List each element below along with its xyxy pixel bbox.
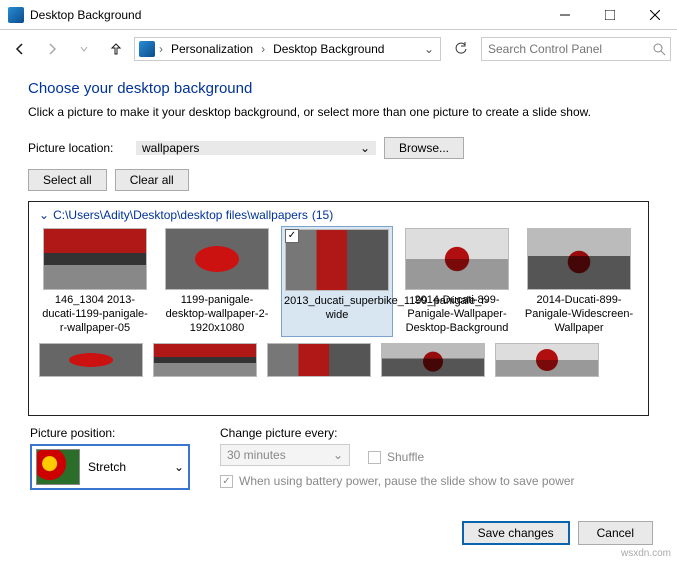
wallpaper-thumb[interactable]: 146_1304 2013-ducati-1199-panigale-r-wal… (39, 228, 151, 335)
thumb-image: ✓ (285, 229, 389, 291)
gallery-scroll[interactable]: ⌄ C:\Users\Adity\Desktop\desktop files\w… (29, 202, 648, 415)
wallpaper-thumb[interactable] (381, 343, 485, 377)
location-icon (139, 41, 155, 57)
maximize-button[interactable] (587, 0, 632, 29)
picture-position-label: Picture position: (30, 426, 190, 440)
minimize-button[interactable] (542, 0, 587, 29)
checkbox-checked-icon[interactable]: ✓ (285, 229, 299, 243)
up-button[interactable] (102, 35, 130, 63)
thumb-image (165, 228, 269, 290)
thumb-image (405, 228, 509, 290)
chevron-right-icon[interactable]: › (261, 42, 265, 56)
chevron-down-icon: ⌄ (360, 141, 370, 155)
position-preview-icon (36, 449, 80, 485)
cancel-button[interactable]: Cancel (578, 521, 653, 545)
breadcrumb-personalization[interactable]: Personalization (167, 40, 257, 58)
checkbox-icon (368, 451, 381, 464)
folder-header[interactable]: ⌄ C:\Users\Adity\Desktop\desktop files\w… (39, 208, 644, 222)
browse-button[interactable]: Browse... (384, 137, 464, 159)
back-button[interactable] (6, 35, 34, 63)
recent-dropdown[interactable] (70, 35, 98, 63)
chevron-down-icon: ⌄ (39, 208, 49, 222)
picture-position-dropdown[interactable]: Stretch ⌄ (30, 444, 190, 490)
change-interval-dropdown: 30 minutes ⌄ (220, 444, 350, 466)
thumb-caption: 2013_ducati_superbike_1199_panigale_r-wi… (284, 295, 390, 323)
wallpaper-thumb[interactable]: 1199-panigale-desktop-wallpaper-2-1920x1… (161, 228, 273, 335)
change-every-label: Change picture every: (220, 426, 575, 440)
wallpaper-thumb[interactable] (153, 343, 257, 377)
thumb-caption: 2014-Ducati-899-Panigale-Widescreen-Wall… (523, 294, 635, 335)
wallpaper-gallery: ⌄ C:\Users\Adity\Desktop\desktop files\w… (28, 201, 649, 416)
chevron-down-icon: ⌄ (174, 460, 184, 474)
breadcrumb-desktop-background[interactable]: Desktop Background (269, 40, 388, 58)
thumb-caption: 146_1304 2013-ducati-1199-panigale-r-wal… (39, 294, 151, 335)
picture-location-dropdown[interactable]: wallpapers ⌄ (136, 141, 376, 155)
battery-checkbox: ✓ When using battery power, pause the sl… (220, 474, 575, 488)
nav-toolbar: › Personalization › Desktop Background ⌄ (0, 30, 677, 68)
watermark: wsxdn.com (621, 548, 671, 559)
save-changes-button[interactable]: Save changes (462, 521, 570, 545)
clear-all-button[interactable]: Clear all (115, 169, 189, 191)
titlebar: Desktop Background (0, 0, 677, 30)
content-area: Choose your desktop background Click a p… (0, 68, 677, 490)
thumb-image (43, 228, 147, 290)
picture-location-label: Picture location: (28, 141, 128, 155)
wallpaper-thumb-selected[interactable]: ✓ 2013_ducati_superbike_1199_panigale_r-… (281, 226, 393, 337)
page-description: Click a picture to make it your desktop … (28, 105, 649, 119)
breadcrumb-bar[interactable]: › Personalization › Desktop Background ⌄ (134, 37, 441, 61)
refresh-button[interactable] (449, 37, 473, 61)
chevron-down-icon: ⌄ (333, 448, 343, 462)
forward-button[interactable] (38, 35, 66, 63)
wallpaper-thumb[interactable]: 2014-Ducati-899-Panigale-Wallpaper-Deskt… (401, 228, 513, 335)
search-icon (652, 42, 666, 56)
page-heading: Choose your desktop background (28, 80, 649, 97)
thumb-caption: 1199-panigale-desktop-wallpaper-2-1920x1… (161, 294, 273, 335)
window-title: Desktop Background (30, 8, 542, 22)
wallpaper-thumb[interactable] (39, 343, 143, 377)
thumb-image (527, 228, 631, 290)
search-input[interactable] (486, 41, 652, 57)
dialog-footer: Save changes Cancel (462, 521, 653, 545)
wallpaper-thumb[interactable]: 2014-Ducati-899-Panigale-Widescreen-Wall… (523, 228, 635, 335)
thumb-caption: 2014-Ducati-899-Panigale-Wallpaper-Deskt… (401, 294, 513, 335)
wallpaper-thumb[interactable] (267, 343, 371, 377)
checkbox-checked-icon: ✓ (220, 475, 233, 488)
close-button[interactable] (632, 0, 677, 29)
shuffle-checkbox: Shuffle (368, 450, 424, 464)
chevron-down-icon[interactable]: ⌄ (424, 42, 438, 56)
search-box[interactable] (481, 37, 671, 61)
wallpaper-thumb[interactable] (495, 343, 599, 377)
chevron-right-icon[interactable]: › (159, 42, 163, 56)
select-all-button[interactable]: Select all (28, 169, 107, 191)
app-icon (8, 7, 24, 23)
